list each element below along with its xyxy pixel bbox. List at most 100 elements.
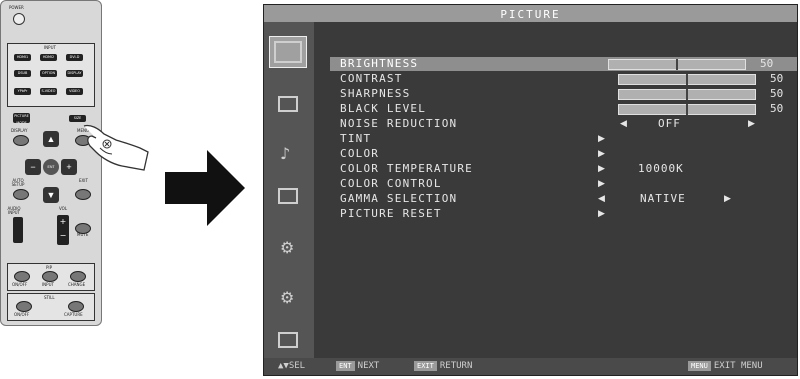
footer-return-label: RETURN bbox=[439, 361, 473, 371]
still-capture-button[interactable] bbox=[68, 301, 84, 312]
display-button[interactable] bbox=[13, 135, 29, 146]
brightness-value: 50 bbox=[760, 57, 774, 70]
display-label: DISPLAY bbox=[11, 128, 28, 133]
menu-item-label: CONTRAST bbox=[340, 72, 403, 85]
audio-input-rocker[interactable] bbox=[13, 217, 23, 243]
option-button[interactable]: OPTION bbox=[40, 70, 57, 77]
footer-next-label: NEXT bbox=[357, 361, 380, 371]
pip-on-off-button[interactable] bbox=[14, 271, 30, 282]
menu-item-gamma-selection[interactable]: GAMMA SELECTION ◀ NATIVE ▶ bbox=[340, 192, 795, 206]
right-arrow-icon bbox=[165, 150, 245, 226]
menu-item-color[interactable]: COLOR ▶ bbox=[340, 147, 795, 161]
exit-key-badge: EXIT bbox=[414, 361, 437, 371]
brightness-slider[interactable] bbox=[608, 59, 746, 70]
sharpness-slider[interactable] bbox=[618, 89, 756, 100]
submenu-arrow-icon: ▶ bbox=[598, 164, 605, 174]
footer-select-label: SEL bbox=[288, 361, 306, 371]
slider-thumb[interactable] bbox=[686, 104, 688, 115]
exit-label: EXIT bbox=[79, 178, 88, 183]
svideo-button[interactable]: S-VIDEO bbox=[40, 88, 57, 95]
menu-item-label: SHARPNESS bbox=[340, 87, 411, 100]
picture-icon[interactable] bbox=[269, 36, 307, 68]
menu-item-label: BRIGHTNESS bbox=[340, 57, 419, 70]
menu-item-brightness[interactable]: BRIGHTNESS 50 bbox=[330, 57, 797, 71]
osd-menu: PICTURE ♪ ⚙ ⚙ BRIGHTNESS 50 CONTRAST 50 … bbox=[263, 4, 798, 376]
osd-sidebar: ♪ ⚙ ⚙ bbox=[264, 22, 314, 358]
pip-input-label: INPUT bbox=[42, 282, 54, 287]
down-key[interactable]: ▼ bbox=[43, 187, 59, 203]
picture-mode-button[interactable]: PICTURE MODE bbox=[13, 113, 30, 123]
menu-item-sharpness[interactable]: SHARPNESS 50 bbox=[340, 87, 795, 101]
menu-item-tint[interactable]: TINT ▶ bbox=[340, 132, 795, 146]
pip-icon[interactable]: ⚙ bbox=[274, 236, 302, 260]
ent-key-badge: ENT bbox=[336, 361, 355, 371]
still-on-off-button[interactable] bbox=[16, 301, 32, 312]
menu-item-picture-reset[interactable]: PICTURE RESET ▶ bbox=[340, 207, 795, 221]
option-icon[interactable]: ⚙ bbox=[274, 286, 302, 310]
slider-thumb[interactable] bbox=[676, 59, 678, 70]
power-button[interactable] bbox=[13, 13, 25, 25]
pointing-hand-icon bbox=[83, 124, 149, 171]
menu-item-label: NOISE REDUCTION bbox=[340, 117, 458, 130]
pip-change-button[interactable] bbox=[70, 271, 86, 282]
menu-item-noise-reduction[interactable]: NOISE REDUCTION ◀ OFF ▶ bbox=[340, 117, 795, 131]
menu-item-label: BLACK LEVEL bbox=[340, 102, 427, 115]
power-label: POWER bbox=[9, 5, 24, 10]
volume-rocker[interactable]: + − bbox=[57, 215, 69, 245]
menu-item-label: GAMMA SELECTION bbox=[340, 192, 458, 205]
audio-icon[interactable]: ♪ bbox=[274, 142, 302, 166]
footer-return-hint: EXIT RETURN bbox=[414, 361, 472, 372]
auto-setup-label: AUTO SETUP bbox=[11, 178, 25, 187]
ypbpr-button[interactable]: YPbPr bbox=[14, 88, 31, 95]
menu-item-color-control[interactable]: COLOR CONTROL ▶ bbox=[340, 177, 795, 191]
contrast-slider[interactable] bbox=[618, 74, 756, 85]
submenu-arrow-icon: ▶ bbox=[598, 179, 605, 189]
left-arrow-icon[interactable]: ◀ bbox=[598, 192, 605, 206]
right-arrow-icon[interactable]: ▶ bbox=[724, 192, 731, 206]
osd-footer: ▲▼SEL ENT NEXT EXIT RETURN MENU EXIT MENU bbox=[264, 358, 797, 375]
displayport-button[interactable]: DISPLAY PORT bbox=[66, 70, 83, 77]
multi-icon[interactable] bbox=[274, 328, 302, 352]
hdmi1-button[interactable]: HDMI1 bbox=[14, 54, 31, 61]
auto-setup-button[interactable] bbox=[13, 189, 29, 200]
still-label: STILL bbox=[44, 295, 55, 300]
menu-item-contrast[interactable]: CONTRAST 50 bbox=[340, 72, 795, 86]
menu-item-black-level[interactable]: BLACK LEVEL 50 bbox=[340, 102, 795, 116]
input-label: INPUT bbox=[44, 45, 56, 50]
pip-label: PIP bbox=[46, 265, 53, 270]
pip-input-button[interactable] bbox=[42, 271, 58, 282]
input-panel: INPUT HDMI1 HDMI2 DVI-D DSUB OPTION DISP… bbox=[7, 43, 95, 107]
up-key[interactable]: ▲ bbox=[43, 131, 59, 147]
screen-icon[interactable] bbox=[274, 92, 302, 116]
audio-input-label: AUDIO INPUT bbox=[7, 206, 21, 215]
slider-thumb[interactable] bbox=[686, 89, 688, 100]
vol-label: VOL bbox=[59, 206, 68, 211]
slider-thumb[interactable] bbox=[686, 74, 688, 85]
footer-exit-menu-hint: MENU EXIT MENU bbox=[688, 361, 763, 372]
dsub-button[interactable]: DSUB bbox=[14, 70, 31, 77]
submenu-arrow-icon: ▶ bbox=[598, 134, 605, 144]
black-level-slider[interactable] bbox=[618, 104, 756, 115]
plus-key[interactable]: + bbox=[61, 159, 77, 175]
pip-on-off-label: ON/OFF bbox=[12, 282, 28, 287]
still-capture-label: CAPTURE bbox=[64, 312, 83, 317]
menu-key-badge: MENU bbox=[688, 361, 711, 371]
submenu-arrow-icon: ▶ bbox=[598, 209, 605, 219]
schedule-icon[interactable] bbox=[274, 184, 302, 208]
exit-button[interactable] bbox=[75, 189, 91, 200]
menu-item-label: TINT bbox=[340, 132, 372, 145]
contrast-value: 50 bbox=[770, 72, 784, 85]
menu-item-color-temperature[interactable]: COLOR TEMPERATURE ▶ 10000K bbox=[340, 162, 795, 176]
ent-key[interactable]: ENT bbox=[43, 159, 59, 175]
dvi-button[interactable]: DVI-D bbox=[66, 54, 83, 61]
minus-key[interactable]: − bbox=[25, 159, 41, 175]
gamma-option: NATIVE bbox=[640, 192, 686, 205]
osd-title: PICTURE bbox=[500, 8, 561, 21]
left-arrow-icon[interactable]: ◀ bbox=[620, 117, 627, 131]
right-arrow-icon[interactable]: ▶ bbox=[748, 117, 755, 131]
video-button[interactable]: VIDEO bbox=[66, 88, 83, 95]
size-button[interactable]: SIZE bbox=[69, 115, 86, 122]
hdmi2-button[interactable]: HDMI2 bbox=[40, 54, 57, 61]
noise-reduction-option: OFF bbox=[658, 117, 681, 130]
mute-button[interactable] bbox=[75, 223, 91, 234]
